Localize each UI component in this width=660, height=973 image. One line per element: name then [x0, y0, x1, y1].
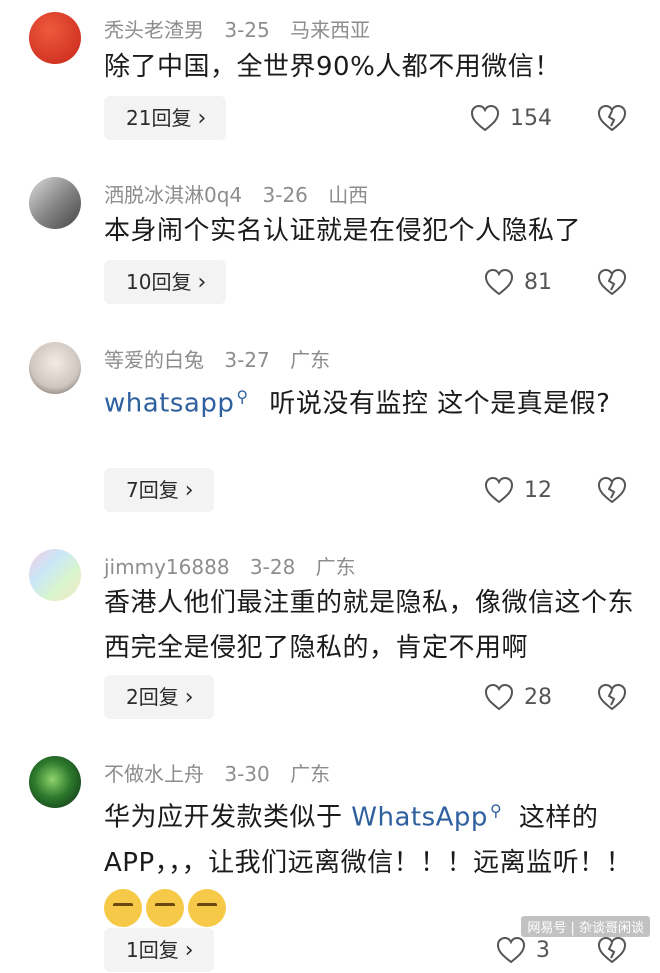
watermark: 网易号 | 杂谈哥闲谈 [521, 916, 650, 937]
dislike-button[interactable] [597, 468, 627, 512]
emoji-row [104, 889, 230, 928]
search-icon[interactable]: ⚲ [236, 387, 248, 406]
comment-date: 3-27 [224, 348, 270, 372]
avatar[interactable] [29, 549, 81, 601]
comment-text: 除了中国，全世界90%人都不用微信！ [104, 45, 644, 90]
keyword-link[interactable]: WhatsApp [351, 803, 488, 833]
like-count: 12 [524, 477, 552, 503]
like-button[interactable]: 81 [484, 260, 552, 304]
like-count: 28 [524, 684, 552, 710]
broken-heart-icon [597, 268, 627, 296]
chevron-right-icon: › [184, 685, 194, 710]
comment-location: 广东 [290, 762, 331, 786]
replies-label: 21回复 [126, 106, 192, 130]
comment-text-content: 除了中国，全世界90%人都不用微信！ [104, 52, 561, 82]
heart-outline-icon [484, 268, 514, 296]
broken-heart-icon [597, 104, 627, 132]
keyword-link[interactable]: whatsapp [104, 389, 234, 419]
replies-button[interactable]: 10回复 › [104, 260, 227, 304]
broken-heart-icon [597, 683, 627, 711]
replies-button[interactable]: 1回复 › [104, 928, 214, 972]
username[interactable]: jimmy16888 [104, 555, 230, 579]
comment-meta: jimmy16888 3-28 广东 [104, 551, 370, 580]
comment-location: 广东 [290, 348, 331, 372]
replies-button[interactable]: 2回复 › [104, 675, 214, 719]
comment-location: 山西 [328, 183, 369, 207]
broken-heart-icon [597, 936, 627, 964]
heart-outline-icon [496, 936, 526, 964]
avatar[interactable] [29, 756, 81, 808]
like-button[interactable]: 28 [484, 675, 552, 719]
comment-text-content: 听说没有监控 这个是真是假? [269, 388, 611, 419]
comment-text-content: 本身闹个实名认证就是在侵犯个人隐私了 [104, 216, 582, 246]
heart-outline-icon [470, 104, 500, 132]
comment-date: 3-30 [224, 762, 270, 786]
avatar[interactable] [29, 177, 81, 229]
replies-button[interactable]: 21回复 › [104, 96, 227, 140]
broken-heart-icon [597, 476, 627, 504]
replies-label: 2回复 [126, 685, 179, 709]
dislike-button[interactable] [597, 260, 627, 304]
replies-button[interactable]: 7回复 › [104, 468, 214, 512]
comment-meta: 洒脱冰淇淋0q4 3-26 山西 [104, 179, 382, 208]
chevron-right-icon: › [197, 270, 207, 295]
dislike-button[interactable] [597, 675, 627, 719]
chevron-right-icon: › [197, 106, 207, 131]
like-count: 81 [524, 269, 552, 295]
comment-date: 3-28 [249, 555, 296, 579]
comment-text: 香港人他们最注重的就是隐私，像微信这个东西完全是侵犯了隐私的，肯定不用啊 [104, 581, 644, 671]
replies-label: 10回复 [126, 270, 192, 294]
comment-text: 本身闹个实名认证就是在侵犯个人隐私了 [104, 209, 644, 254]
like-button[interactable]: 12 [484, 468, 552, 512]
comment-meta: 不做水上舟 3-30 广东 [104, 758, 344, 787]
search-icon[interactable]: ⚲ [490, 801, 502, 820]
like-count: 3 [536, 937, 550, 963]
comment-text-content: 华为应开发款类似于 [104, 802, 343, 833]
comment-text: whatsapp ⚲ 听说没有监控 这个是真是假? [104, 374, 644, 427]
comment-meta: 秃头老渣男 3-25 马来西亚 [104, 14, 384, 43]
heart-outline-icon [484, 476, 514, 504]
comment-text: 华为应开发款类似于 WhatsApp ⚲ 这样的APP，，，让我们远离微信！！！远… [104, 788, 644, 931]
comment-location: 马来西亚 [290, 18, 371, 42]
chevron-right-icon: › [184, 938, 194, 963]
replies-label: 7回复 [126, 478, 179, 502]
comment-date: 3-25 [224, 18, 270, 42]
avatar[interactable] [29, 12, 81, 64]
avatar[interactable] [29, 342, 81, 394]
heart-outline-icon [484, 683, 514, 711]
dislike-button[interactable] [597, 96, 627, 140]
username[interactable]: 洒脱冰淇淋0q4 [104, 183, 242, 207]
comment-text-content: 香港人他们最注重的就是隐私，像微信这个东西完全是侵犯了隐私的，肯定不用啊 [104, 588, 635, 663]
chevron-right-icon: › [184, 478, 194, 503]
relieved-emoji-icon [188, 889, 226, 928]
comment-date: 3-26 [262, 183, 308, 207]
replies-label: 1回复 [126, 938, 179, 962]
smirk-emoji-icon [146, 889, 184, 928]
username[interactable]: 等爱的白兔 [104, 348, 204, 372]
comment-location: 广东 [315, 555, 356, 579]
username[interactable]: 秃头老渣男 [104, 18, 204, 42]
username[interactable]: 不做水上舟 [104, 762, 204, 786]
like-count: 154 [510, 105, 552, 131]
like-button[interactable]: 154 [470, 96, 552, 140]
smirk-emoji-icon [104, 889, 142, 928]
comment-meta: 等爱的白兔 3-27 广东 [104, 344, 344, 373]
